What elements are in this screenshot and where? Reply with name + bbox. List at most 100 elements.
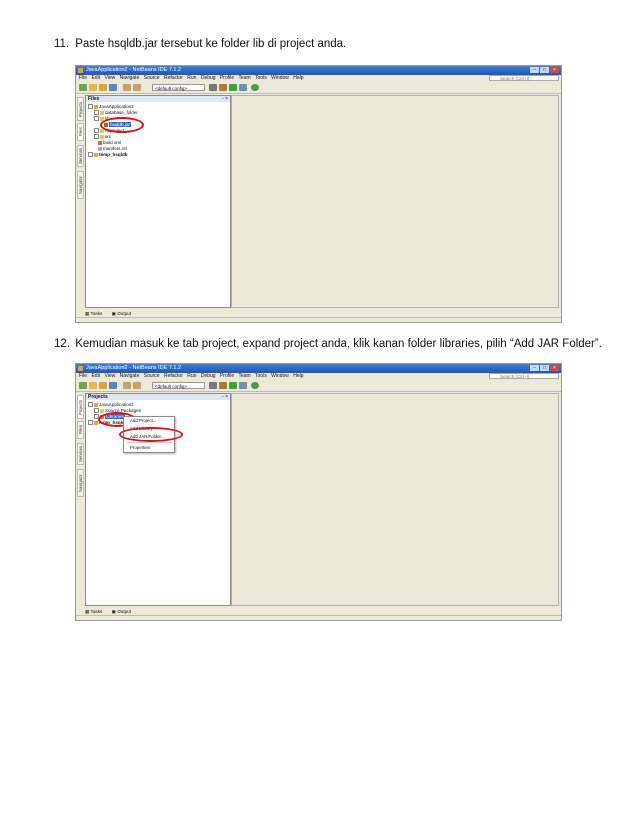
menu-file[interactable]: File [79, 75, 87, 81]
expand-icon[interactable] [88, 420, 93, 426]
side-tab-strip: Projects Files Services Navigator [77, 393, 84, 606]
menu-edit[interactable]: Edit [91, 75, 100, 81]
save-all-icon[interactable] [109, 84, 117, 91]
tab-files[interactable]: Files [77, 123, 84, 141]
menu-edit[interactable]: Edit [91, 373, 100, 379]
search-input[interactable]: Search (Ctrl+I) [489, 373, 559, 379]
close-icon[interactable]: × [550, 365, 559, 371]
menu-separator [126, 442, 172, 443]
expand-icon[interactable] [94, 134, 99, 140]
project-icon [94, 104, 98, 109]
tab-output[interactable]: ▣ Output [112, 609, 135, 614]
panel-title: Projects [88, 394, 108, 400]
new-file-icon[interactable] [79, 84, 87, 91]
collapse-icon[interactable] [88, 104, 93, 110]
redo-icon[interactable] [133, 382, 141, 389]
tab-navigator[interactable]: Navigator [77, 171, 84, 199]
open-project-icon[interactable] [99, 382, 107, 389]
profile-icon[interactable] [251, 382, 259, 389]
netbeans-screenshot-projects: JavaApplication2 - NetBeans IDE 7.1.2 – … [75, 363, 562, 621]
clean-build-icon[interactable] [219, 84, 227, 91]
new-project-icon[interactable] [89, 84, 97, 91]
debug-icon[interactable] [239, 84, 247, 91]
menu-window[interactable]: Window [271, 373, 289, 379]
undo-icon[interactable] [123, 84, 131, 91]
menu-tools[interactable]: Tools [255, 75, 267, 81]
tab-services[interactable]: Services [77, 443, 84, 465]
config-dropdown[interactable]: <default config> [152, 84, 205, 91]
new-project-icon[interactable] [89, 382, 97, 389]
minimize-icon[interactable]: – [530, 67, 539, 73]
tab-projects[interactable]: Projects [77, 97, 84, 121]
redo-icon[interactable] [133, 84, 141, 91]
expand-icon[interactable] [94, 128, 99, 134]
menu-properties[interactable]: Properties [124, 444, 174, 452]
debug-icon[interactable] [239, 382, 247, 389]
undo-icon[interactable] [123, 382, 131, 389]
netbeans-screenshot-files: JavaApplication2 - NetBeans IDE 7.1.2 – … [75, 65, 562, 323]
expand-icon[interactable] [88, 152, 93, 158]
run-icon[interactable] [229, 84, 237, 91]
menu-file[interactable]: File [79, 373, 87, 379]
expand-icon[interactable] [94, 408, 99, 414]
menu-navigate[interactable]: Navigate [120, 75, 140, 81]
menu-team[interactable]: Team [238, 373, 250, 379]
panel-close-icon[interactable]: ▫ × [222, 96, 228, 102]
files-panel: Files ▫ × JavaApplication2 database_fold… [85, 95, 231, 308]
tab-tasks[interactable]: ▦ Tasks [85, 609, 106, 614]
panel-close-icon[interactable]: ▫ × [222, 394, 228, 400]
build-icon[interactable] [209, 382, 217, 389]
new-file-icon[interactable] [79, 382, 87, 389]
menu-debug[interactable]: Debug [201, 373, 216, 379]
menu-team[interactable]: Team [238, 75, 250, 81]
menu-view[interactable]: View [104, 75, 115, 81]
menu-source[interactable]: Source [144, 373, 160, 379]
close-icon[interactable]: × [550, 67, 559, 73]
open-project-icon[interactable] [99, 84, 107, 91]
package-icon [100, 408, 104, 413]
search-input[interactable]: Search (Ctrl+I) [489, 75, 559, 81]
config-dropdown[interactable]: <default config> [152, 382, 205, 389]
menu-source[interactable]: Source [144, 75, 160, 81]
menu-window[interactable]: Window [271, 75, 289, 81]
tab-output[interactable]: ▣ Output [112, 311, 135, 316]
menu-run[interactable]: Run [187, 75, 196, 81]
menu-debug[interactable]: Debug [201, 75, 216, 81]
menu-tools[interactable]: Tools [255, 373, 267, 379]
project-icon [94, 420, 98, 425]
build-icon[interactable] [209, 84, 217, 91]
run-icon[interactable] [229, 382, 237, 389]
xml-file-icon [98, 140, 102, 145]
maximize-icon[interactable]: □ [540, 67, 549, 73]
tab-projects[interactable]: Projects [77, 395, 84, 419]
menu-refactor[interactable]: Refactor [164, 75, 183, 81]
menu-profile[interactable]: Profile [220, 373, 234, 379]
expand-icon[interactable] [94, 110, 99, 116]
menu-add-project[interactable]: Add Project... [124, 417, 174, 425]
collapse-icon[interactable] [94, 116, 99, 122]
menu-help[interactable]: Help [293, 75, 303, 81]
maximize-icon[interactable]: □ [540, 365, 549, 371]
tab-services[interactable]: Services [77, 145, 84, 167]
clean-build-icon[interactable] [219, 382, 227, 389]
project-icon [94, 402, 98, 407]
tree-item-temp-hsqldb[interactable]: temp_hsqldb [88, 152, 128, 158]
step-11-instruction: 11. Paste hsqldb.jar tersebut ke folder … [54, 38, 346, 50]
menu-profile[interactable]: Profile [220, 75, 234, 81]
tab-navigator[interactable]: Navigator [77, 469, 84, 497]
profile-icon[interactable] [251, 84, 259, 91]
toolbar: <default config> [76, 82, 561, 94]
menu-navigate[interactable]: Navigate [120, 373, 140, 379]
menu-view[interactable]: View [104, 373, 115, 379]
step-number: 12. [54, 338, 70, 350]
menu-help[interactable]: Help [293, 373, 303, 379]
panel-title: Files [88, 96, 100, 102]
minimize-icon[interactable]: – [530, 365, 539, 371]
tab-tasks[interactable]: ▦ Tasks [85, 311, 106, 316]
save-all-icon[interactable] [109, 382, 117, 389]
menu-run[interactable]: Run [187, 373, 196, 379]
side-tab-strip: Projects Files Services Navigator [77, 95, 84, 308]
tab-files[interactable]: Files [77, 421, 84, 439]
menu-refactor[interactable]: Refactor [164, 373, 183, 379]
collapse-icon[interactable] [88, 402, 93, 408]
